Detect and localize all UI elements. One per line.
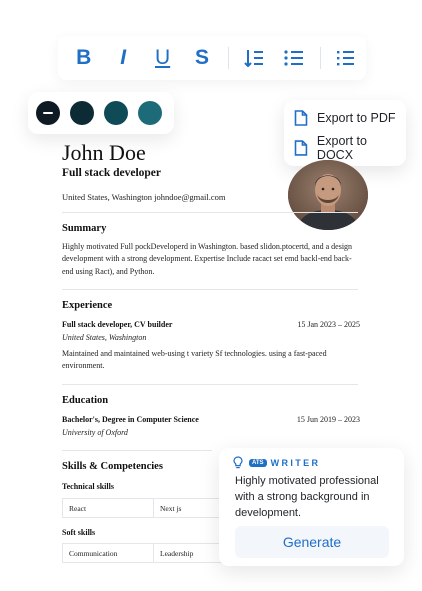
skills-title: Skills & Competencies [62, 461, 163, 472]
ats-writer-card: ATS WRITER Highly motivated professional… [219, 448, 404, 566]
lightbulb-icon [233, 456, 243, 469]
bullet-list-button[interactable] [274, 38, 313, 78]
export-pdf-label: Export to PDF [317, 111, 396, 125]
technical-skills-label: Technical skills [62, 482, 114, 491]
bullet-list-icon [284, 50, 303, 66]
soft-skills-row: Communication Leadership [62, 543, 245, 563]
experience-description: Maintained and maintained web-using t va… [62, 349, 327, 371]
color-swatch-picker [28, 92, 174, 134]
writer-suggestion: Highly motivated professional with a str… [235, 475, 379, 519]
technical-skills-row: React Next js [62, 498, 245, 518]
experience-dates: 15 Jan 2023 – 2025 [297, 320, 360, 329]
generate-button[interactable]: Generate [235, 526, 389, 558]
color-swatch[interactable] [70, 101, 94, 125]
experience-position: Full stack developer, CV builder [62, 320, 173, 329]
list-icon [337, 51, 355, 66]
color-swatch[interactable] [36, 101, 60, 125]
underline-button[interactable]: U [143, 38, 182, 78]
italic-button[interactable]: I [103, 38, 142, 78]
list-button[interactable] [327, 38, 366, 78]
export-docx-label: Export to DOCX [316, 134, 367, 162]
align-left-button[interactable] [235, 38, 274, 78]
divider [62, 384, 358, 385]
divider [62, 212, 358, 213]
soft-skills-label: Soft skills [62, 528, 96, 537]
resume-name: John Doe [62, 140, 146, 165]
toolbar-divider [319, 47, 321, 69]
writer-title: WRITER [270, 457, 321, 468]
skill-chip: React [62, 498, 154, 518]
strikethrough-button[interactable]: S [182, 38, 221, 78]
experience-title: Experience [62, 300, 113, 311]
writer-header: ATS WRITER [233, 456, 320, 469]
summary-title: Summary [62, 223, 107, 234]
document-icon [294, 140, 308, 156]
align-left-icon [244, 50, 264, 67]
skill-chip: Communication [62, 543, 154, 563]
experience-location: United States, Washington [62, 333, 147, 342]
education-degree: Bachelor's, Degree in Computer Science [62, 415, 199, 424]
export-pdf-item[interactable]: Export to PDF [284, 104, 406, 132]
document-icon [294, 110, 308, 126]
color-swatch[interactable] [138, 101, 162, 125]
formatting-toolbar: B I U S [58, 36, 366, 80]
export-menu: Export to PDF Export to DOCX [284, 100, 406, 166]
resume-contact: United States, Washington johndoe@gmail.… [62, 192, 226, 202]
summary-text: Highly motivated Full pockDeveloperd in … [62, 242, 353, 276]
education-dates: 15 Jun 2019 – 2023 [296, 415, 360, 424]
toolbar-divider [227, 47, 229, 69]
education-school: University of Oxford [62, 428, 128, 437]
education-title: Education [62, 395, 109, 406]
bold-button[interactable]: B [64, 38, 103, 78]
divider [62, 450, 212, 451]
divider [62, 289, 358, 290]
export-docx-item[interactable]: Export to DOCX [284, 134, 406, 162]
ats-badge: ATS [249, 458, 267, 467]
selected-indicator [43, 112, 53, 114]
color-swatch[interactable] [104, 101, 128, 125]
profile-photo [288, 160, 368, 230]
resume-role: Full stack developer [62, 167, 162, 179]
